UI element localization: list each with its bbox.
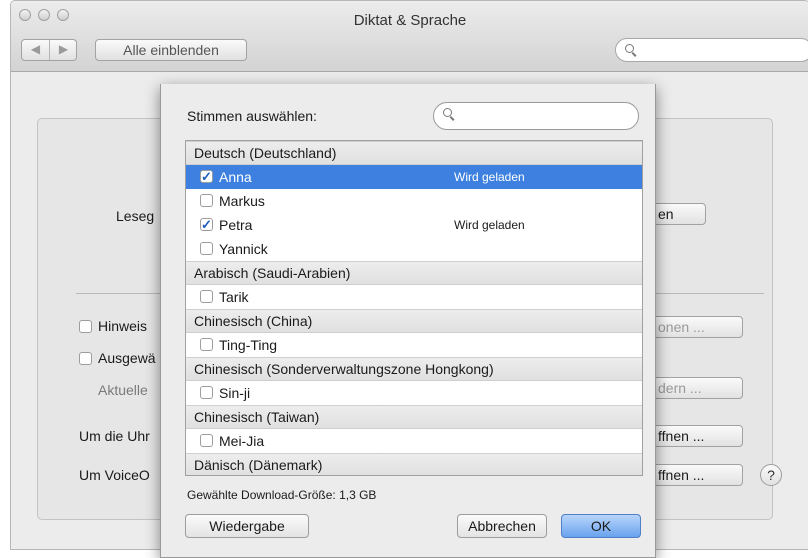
hinweis-checkbox[interactable] [79,320,92,333]
play-button[interactable]: Wiedergabe [185,514,309,538]
reading-label: Leseg [116,208,155,224]
voice-checkbox[interactable] [200,338,213,351]
voice-list[interactable]: Deutsch (Deutschland) ✓ Anna Wird geladen Ma… [185,140,643,476]
voice-search-field[interactable] [433,102,639,130]
voice-status: Wird geladen [454,218,525,232]
back-icon[interactable]: ◀ [22,42,49,56]
language-group-header: Chinesisch (Taiwan) [186,405,642,429]
voice-row[interactable]: Mei-Jia [186,429,642,453]
voice-name: Ting-Ting [219,337,278,353]
voice-checkbox[interactable] [200,434,213,447]
voice-row[interactable]: Sin-ji [186,381,642,405]
voice-checkbox[interactable] [200,290,213,303]
cancel-button[interactable]: Abbrechen [457,514,547,538]
voice-checkbox[interactable] [200,242,213,255]
window-title: Diktat & Sprache [353,12,467,29]
open-clock-button[interactable]: ffnen ... [651,425,743,447]
optionen-button[interactable]: onen ... [651,316,743,338]
voice-name: Anna [219,169,252,185]
checkmark-icon[interactable]: ✓ [200,170,213,183]
language-group-header: Deutsch (Deutschland) [186,141,642,165]
language-group-header: Dänisch (Dänemark) [186,453,642,475]
select-voices-label: Stimmen auswählen: [187,108,317,124]
window-search-field[interactable] [615,38,808,62]
voice-name: Markus [219,193,265,209]
aktuelle-label: Aktuelle [98,382,148,398]
voice-name: Petra [219,217,253,233]
voice-row[interactable]: Markus [186,189,642,213]
checkmark-icon[interactable]: ✓ [200,218,213,231]
voiceover-label: Um VoiceO [79,467,150,483]
voice-name: Tarik [219,289,249,305]
ausgewaehlter-text-checkbox[interactable] [79,352,92,365]
voice-name: Mei-Jia [219,433,265,449]
ok-button[interactable]: OK [561,514,641,538]
download-size-label: Gewählte Download-Größe: 1,3 GB [187,488,377,502]
voice-row[interactable]: Yannick [186,237,642,261]
voice-row[interactable]: Ting-Ting [186,333,642,357]
ausgewaehlter-text-label: Ausgewä [98,350,156,366]
help-button[interactable]: ? [760,464,782,486]
aendern-button[interactable]: dern ... [651,377,743,399]
voice-row[interactable]: ✓ Petra Wird geladen [186,213,642,237]
voice-selection-sheet: Stimmen auswählen: Deutsch (Deutschland)… [160,84,656,558]
voice-name: Sin-ji [219,385,251,401]
search-icon [443,108,452,117]
forward-icon[interactable]: ▶ [50,42,77,56]
voice-status: Wird geladen [454,170,525,184]
uhr-label: Um die Uhr [79,428,150,444]
language-group-header: Chinesisch (China) [186,309,642,333]
language-group-header: Arabisch (Saudi-Arabien) [186,261,642,285]
voice-row[interactable]: ✓ Anna Wird geladen [186,165,642,189]
open-voiceover-button[interactable]: ffnen ... [651,464,743,486]
show-all-button[interactable]: Alle einblenden [95,39,247,61]
reading-button[interactable]: en [651,203,706,225]
titlebar: Diktat & Sprache ◀ ▶ Alle einblenden [11,1,808,72]
voice-checkbox[interactable] [200,386,213,399]
search-icon [625,44,634,53]
voice-row[interactable]: Tarik [186,285,642,309]
voice-checkbox[interactable] [200,194,213,207]
language-group-header: Chinesisch (Sonderverwaltungszone Hongko… [186,357,642,381]
voice-name: Yannick [219,241,268,257]
back-forward-control: ◀ ▶ [21,39,77,61]
hinweis-label: Hinweis [98,318,148,334]
